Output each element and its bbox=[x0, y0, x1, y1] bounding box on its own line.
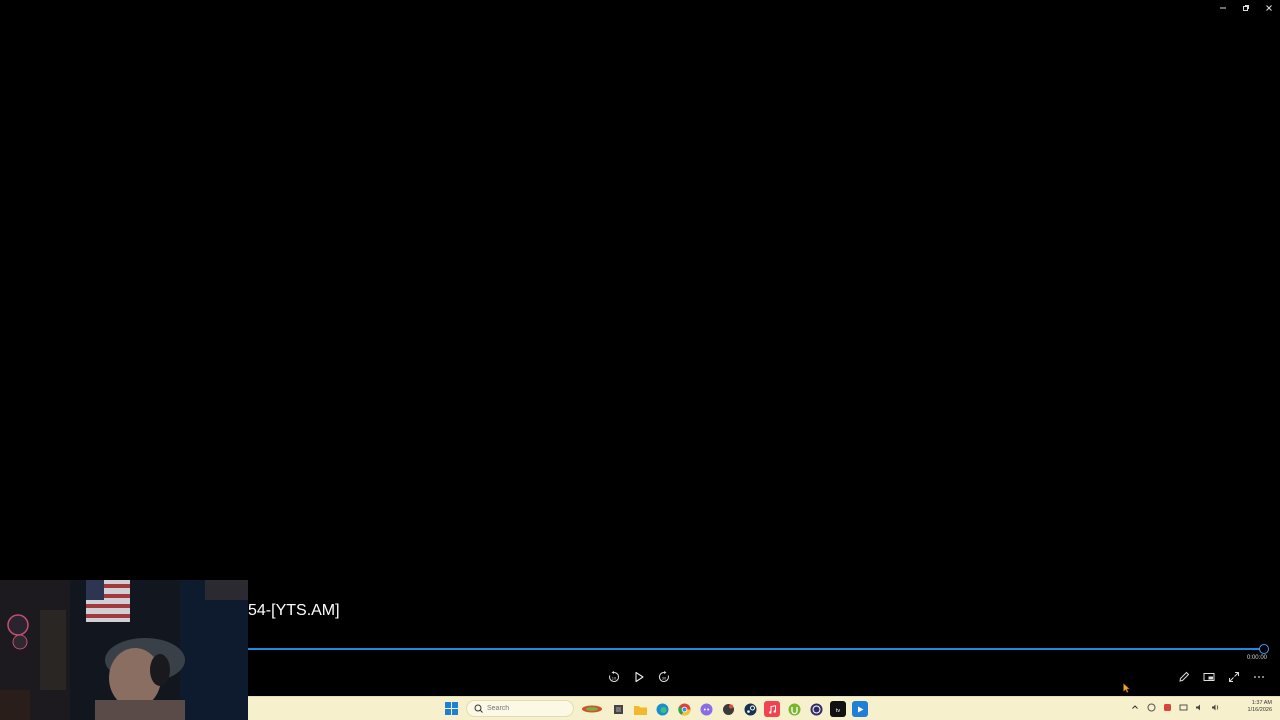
tray-app2-icon[interactable] bbox=[1162, 702, 1172, 712]
search-input[interactable] bbox=[485, 705, 567, 712]
skip-forward-button[interactable]: 30 bbox=[656, 669, 672, 685]
edit-button[interactable] bbox=[1176, 669, 1192, 685]
search-icon bbox=[474, 704, 483, 713]
flag bbox=[86, 580, 130, 622]
skip-back-10-icon: 10 bbox=[609, 671, 620, 682]
clock-date: 1/16/2026 bbox=[1247, 707, 1272, 713]
miniplayer-icon bbox=[1203, 673, 1215, 681]
skip-forward-30-icon: 30 bbox=[658, 671, 669, 682]
system-tray bbox=[1130, 702, 1220, 712]
svg-text:10: 10 bbox=[612, 676, 617, 681]
seek-bar[interactable] bbox=[248, 644, 1269, 654]
edit-pencil-icon bbox=[1179, 671, 1190, 682]
taskbar-search[interactable] bbox=[466, 700, 574, 717]
media-player-icon[interactable] bbox=[852, 701, 868, 717]
speaker-icon[interactable] bbox=[1194, 702, 1204, 712]
play-button[interactable] bbox=[631, 669, 647, 685]
file-explorer-icon[interactable] bbox=[610, 701, 626, 717]
mouse-cursor-icon bbox=[1123, 683, 1130, 693]
app-icon[interactable] bbox=[720, 701, 736, 717]
restore-button[interactable] bbox=[1234, 0, 1257, 16]
miniplayer-button[interactable] bbox=[1201, 669, 1217, 685]
svg-text:tv: tv bbox=[836, 708, 841, 713]
cast-icon[interactable] bbox=[580, 701, 604, 717]
apple-tv-icon[interactable]: tv bbox=[830, 701, 846, 717]
seek-thumb[interactable] bbox=[1259, 644, 1269, 654]
obs-icon[interactable] bbox=[808, 701, 824, 717]
svg-text:30: 30 bbox=[662, 676, 667, 681]
clock-time: 1:37 AM bbox=[1251, 700, 1272, 706]
webcam-overlay bbox=[0, 580, 248, 720]
elapsed-time: 0:00:00 bbox=[1246, 655, 1267, 661]
minimize-icon bbox=[1219, 7, 1226, 9]
playback-controls: 10 30 bbox=[606, 669, 672, 685]
more-options-button[interactable] bbox=[1251, 669, 1267, 685]
pinned-apps: tv bbox=[580, 701, 868, 717]
player-options bbox=[1176, 669, 1267, 685]
play-icon bbox=[635, 671, 644, 683]
close-button[interactable] bbox=[1257, 0, 1280, 16]
close-icon bbox=[1265, 5, 1272, 11]
window-controls bbox=[1211, 0, 1280, 16]
seek-bar-fill bbox=[248, 648, 1264, 650]
network-icon[interactable] bbox=[1178, 702, 1188, 712]
edge-icon[interactable] bbox=[654, 701, 670, 717]
taskbar: tv 1:37 AM 1/16/2026 bbox=[248, 696, 1280, 720]
tray-app-icon[interactable] bbox=[1146, 702, 1156, 712]
volume-icon[interactable] bbox=[1210, 702, 1220, 712]
discord-icon[interactable] bbox=[698, 701, 714, 717]
music-icon[interactable] bbox=[764, 701, 780, 717]
folder-icon[interactable] bbox=[632, 701, 648, 717]
video-title: 54-[YTS.AM] bbox=[248, 602, 340, 619]
system-clock[interactable]: 1:37 AM 1/16/2026 bbox=[1248, 700, 1272, 714]
more-options-icon bbox=[1254, 676, 1264, 678]
skip-back-button[interactable]: 10 bbox=[606, 669, 622, 685]
chrome-icon[interactable] bbox=[676, 701, 692, 717]
windows-start-icon[interactable] bbox=[445, 702, 458, 715]
fullscreen-button[interactable] bbox=[1226, 669, 1242, 685]
restore-icon bbox=[1242, 5, 1249, 11]
utorrent-icon[interactable] bbox=[786, 701, 802, 717]
minimize-button[interactable] bbox=[1211, 0, 1234, 16]
webcam-image bbox=[0, 580, 248, 720]
steam-icon[interactable] bbox=[742, 701, 758, 717]
fullscreen-icon bbox=[1229, 672, 1239, 682]
chevron-up-icon[interactable] bbox=[1130, 702, 1140, 712]
